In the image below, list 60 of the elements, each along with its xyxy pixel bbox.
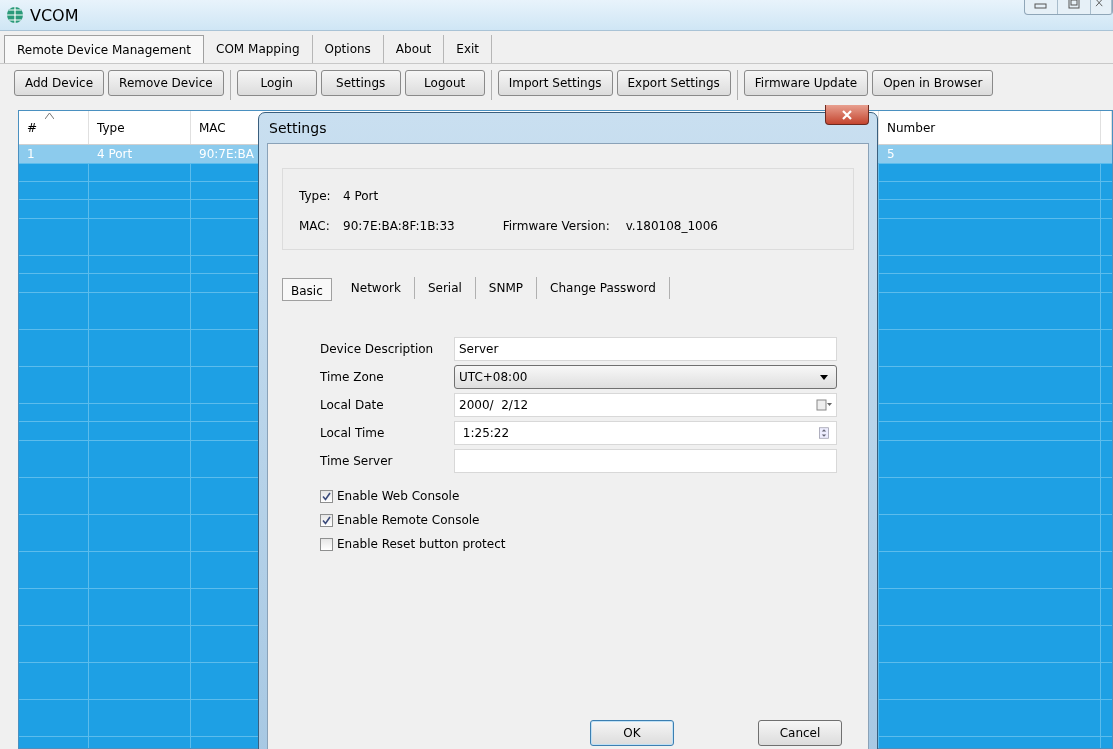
checkbox-label: Enable Remote Console xyxy=(337,513,480,527)
dropdown-field[interactable]: UTC+08:00 xyxy=(454,365,837,389)
header-label: # xyxy=(27,121,38,135)
header-label: Number xyxy=(887,121,936,135)
settings-tab[interactable]: Basic xyxy=(282,278,332,301)
input-field[interactable]: Server xyxy=(454,337,837,361)
checkbox[interactable] xyxy=(320,489,333,503)
settings-tab[interactable]: Serial xyxy=(414,276,476,299)
info-value: 4 Port xyxy=(343,189,380,205)
toolbar-button[interactable]: Remove Device xyxy=(108,70,224,96)
checkbox-label: Enable Reset button protect xyxy=(337,537,506,551)
info-label: Firmware Version: xyxy=(502,218,610,235)
menu-tab[interactable]: Options xyxy=(312,35,384,63)
table-cell: 5 xyxy=(887,147,895,161)
checkbox[interactable] xyxy=(320,513,333,527)
menu-tab[interactable]: COM Mapping xyxy=(204,35,313,63)
toolbar-button[interactable]: Firmware Update xyxy=(743,70,869,96)
table-cell: 90:7E:BA xyxy=(199,147,254,161)
globe-icon xyxy=(6,6,24,24)
info-label: MAC: xyxy=(299,218,331,235)
header-label: Type xyxy=(97,121,125,135)
toolbar-button[interactable]: Add Device xyxy=(14,70,105,96)
menu-tab[interactable]: About xyxy=(383,35,445,63)
settings-tab[interactable]: SNMP xyxy=(475,276,538,299)
info-value: v.180108_1006 xyxy=(625,218,718,235)
toolbar-button[interactable]: Settings xyxy=(320,70,401,96)
toolbar-button[interactable]: Import Settings xyxy=(497,70,613,96)
calendar-dropdown-icon[interactable] xyxy=(816,399,832,411)
column-header[interactable]: # xyxy=(19,111,89,144)
field-label: Time Zone xyxy=(320,370,385,384)
dialog-button[interactable]: Cancel xyxy=(758,720,842,746)
menu-tab[interactable]: Exit xyxy=(444,35,493,63)
menu-tab[interactable]: Remote Device Management xyxy=(4,35,205,63)
dialog-button[interactable]: OK xyxy=(590,720,674,746)
dialog-title: Settings xyxy=(268,120,327,136)
field-label: Time Server xyxy=(320,454,394,468)
toolbar-button[interactable]: Login xyxy=(236,70,317,96)
table-cell: 1 xyxy=(27,147,35,161)
field-label: Local Time xyxy=(320,426,386,440)
header-label: MAC xyxy=(199,121,226,135)
column-header[interactable]: Number xyxy=(879,111,1101,144)
info-value: 90:7E:BA:8F:1B:33 xyxy=(343,218,455,235)
spin-arrows-icon[interactable] xyxy=(816,427,832,439)
toolbar-button[interactable]: Open in Browser xyxy=(872,70,994,96)
checkbox-label: Enable Web Console xyxy=(337,489,460,503)
field-label: Local Date xyxy=(320,398,385,412)
field-label: Device Description xyxy=(320,342,435,356)
toolbar-button[interactable]: Logout xyxy=(404,70,485,96)
settings-tab[interactable]: Change Password xyxy=(537,276,670,299)
input-field[interactable] xyxy=(454,449,837,473)
checkbox[interactable] xyxy=(320,537,333,551)
window-title: VCOM xyxy=(30,5,79,25)
info-label: Type: xyxy=(299,189,332,205)
input-field[interactable]: 2000/ 2/12 xyxy=(454,393,837,417)
column-header[interactable]: Type xyxy=(89,111,191,144)
toolbar-button[interactable]: Export Settings xyxy=(616,70,731,96)
close-button[interactable] xyxy=(825,105,869,125)
settings-tab[interactable]: Network xyxy=(337,276,415,299)
input-field[interactable]: 1:25:22 xyxy=(454,421,837,445)
table-cell: 4 Port xyxy=(97,147,133,161)
